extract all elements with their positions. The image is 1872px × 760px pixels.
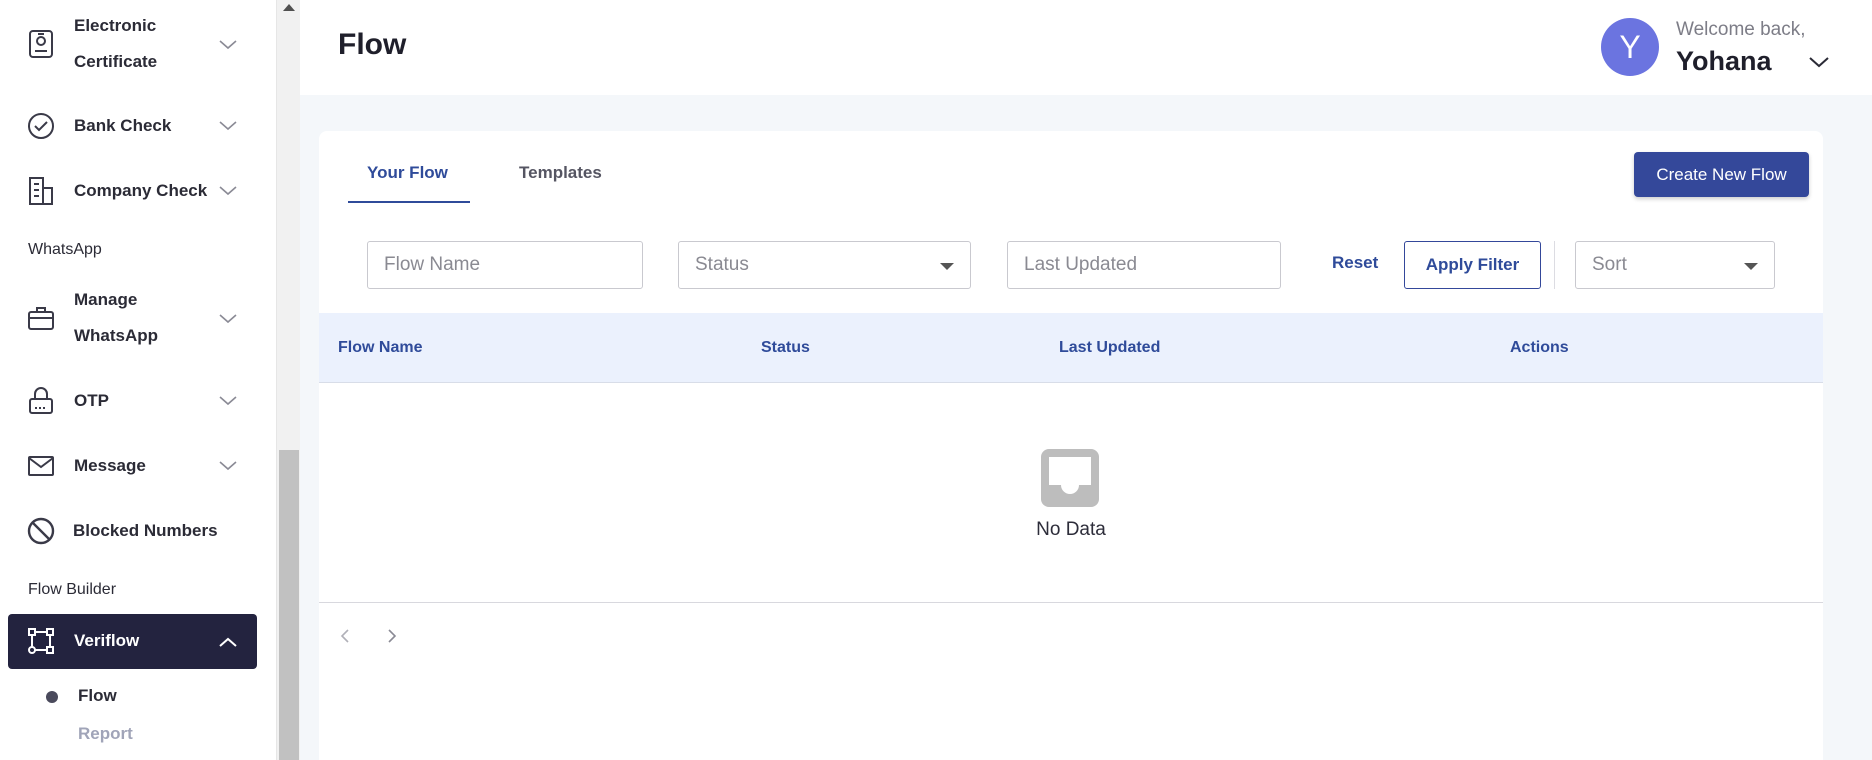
sidebar-item-blocked-numbers[interactable]: Blocked Numbers — [0, 513, 276, 549]
chevron-down-icon[interactable] — [1808, 56, 1830, 68]
chevron-down-icon — [219, 461, 237, 471]
sidebar-item-label-line2: Certificate — [74, 52, 158, 71]
chevron-down-icon — [219, 314, 237, 324]
status-placeholder: Status — [695, 254, 749, 275]
chevron-down-icon — [219, 40, 237, 50]
status-select[interactable]: Status — [678, 241, 971, 289]
sidebar-item-company-check[interactable]: Company Check — [0, 173, 276, 209]
chevron-down-icon — [219, 186, 237, 196]
sidebar-item-bank-check[interactable]: Bank Check — [0, 108, 276, 144]
sidebar-item-electronic-certificate[interactable]: Electronic Certificate — [0, 8, 276, 80]
sidebar-item-label: Company Check — [74, 181, 208, 200]
column-header-flow-name[interactable]: Flow Name — [338, 339, 422, 357]
flow-name-filter[interactable] — [367, 241, 643, 289]
flow-name-input[interactable] — [384, 254, 642, 276]
sidebar-subitem-report[interactable]: Report — [78, 724, 133, 744]
chevron-left-icon[interactable] — [336, 627, 354, 645]
chevron-down-icon — [219, 121, 237, 131]
sidebar-item-label: Bank Check — [74, 116, 172, 135]
tab-templates[interactable]: Templates — [519, 163, 602, 183]
caret-down-icon — [940, 263, 954, 270]
username[interactable]: Yohana — [1676, 46, 1772, 77]
create-new-flow-button[interactable]: Create New Flow — [1634, 152, 1809, 197]
sidebar-subitem-flow[interactable]: Flow — [78, 686, 117, 706]
section-label-flow-builder: Flow Builder — [28, 581, 117, 598]
flow-icon — [26, 626, 56, 656]
sidebar-item-label: Veriflow — [74, 631, 140, 650]
sidebar-item-label-line2: WhatsApp — [74, 326, 159, 345]
column-header-actions: Actions — [1510, 339, 1569, 356]
sidebar-item-label: Electronic — [74, 16, 157, 35]
active-dot-icon — [46, 691, 58, 703]
avatar[interactable]: Y — [1601, 18, 1659, 76]
chevron-down-icon — [219, 396, 237, 406]
column-header-status[interactable]: Status — [761, 339, 810, 357]
sidebar-item-label: Manage — [74, 290, 138, 309]
flow-card: Your Flow Templates Create New Flow Stat… — [319, 131, 1823, 760]
table-header: Flow Name Status Last Updated Actions — [319, 313, 1823, 383]
column-header-last-updated[interactable]: Last Updated — [1059, 339, 1160, 357]
sidebar-scrollbar[interactable] — [276, 0, 300, 760]
scroll-up-arrow-icon[interactable] — [283, 4, 295, 11]
caret-down-icon — [1744, 263, 1758, 270]
reset-button[interactable]: Reset — [1332, 253, 1378, 273]
sidebar: Electronic Certificate Bank Check Compan… — [0, 0, 276, 760]
table-divider — [319, 602, 1823, 603]
last-updated-input[interactable] — [1024, 254, 1280, 276]
scrollbar-thumb[interactable] — [279, 450, 299, 760]
blocked-icon — [26, 516, 56, 546]
chevron-right-icon[interactable] — [383, 627, 401, 645]
sidebar-item-manage-whatsapp[interactable]: Manage WhatsApp — [0, 282, 276, 354]
page-title: Flow — [338, 28, 407, 61]
building-icon — [26, 176, 56, 206]
filter-divider — [1554, 241, 1555, 289]
welcome-text: Welcome back, — [1676, 19, 1806, 40]
sort-placeholder: Sort — [1592, 254, 1627, 275]
briefcase-icon — [26, 303, 56, 333]
check-circle-icon — [26, 111, 56, 141]
top-header: Flow Y Welcome back, Yohana — [300, 0, 1872, 95]
envelope-icon — [26, 451, 56, 481]
sidebar-item-label: Message — [74, 456, 146, 475]
certificate-icon — [26, 29, 56, 59]
sidebar-item-veriflow[interactable]: Veriflow — [8, 614, 257, 669]
last-updated-filter[interactable] — [1007, 241, 1281, 289]
apply-filter-button[interactable]: Apply Filter — [1404, 241, 1541, 289]
empty-inbox-icon — [1041, 449, 1099, 507]
sidebar-item-label: Blocked Numbers — [73, 521, 218, 540]
sidebar-item-label: OTP — [74, 391, 109, 410]
sidebar-item-message[interactable]: Message — [0, 448, 276, 484]
section-label-whatsapp: WhatsApp — [28, 241, 102, 258]
tab-your-flow[interactable]: Your Flow — [367, 163, 448, 183]
chevron-up-icon — [219, 637, 237, 647]
active-tab-indicator — [348, 201, 470, 203]
empty-state-text: No Data — [1036, 519, 1106, 540]
sort-select[interactable]: Sort — [1575, 241, 1775, 289]
sidebar-item-otp[interactable]: OTP — [0, 383, 276, 419]
lock-icon — [26, 386, 56, 416]
